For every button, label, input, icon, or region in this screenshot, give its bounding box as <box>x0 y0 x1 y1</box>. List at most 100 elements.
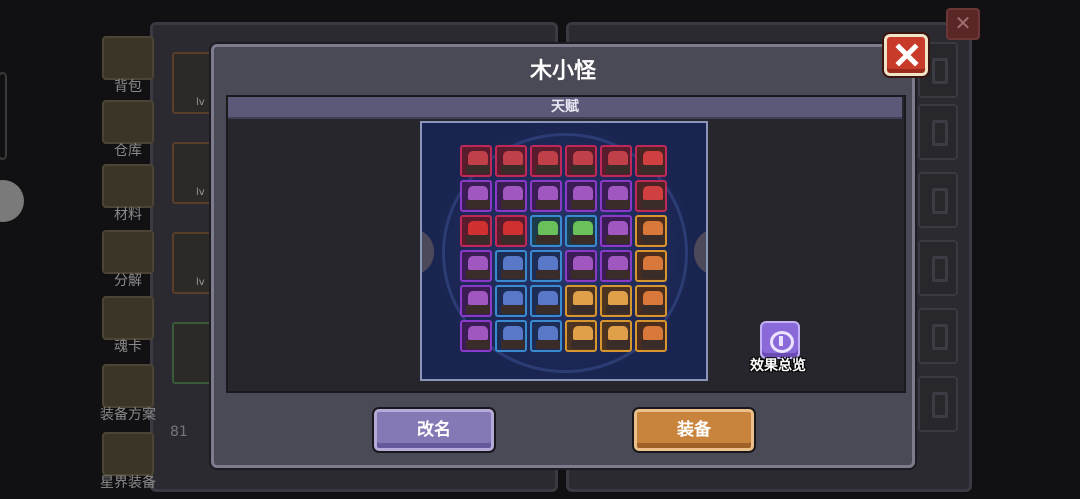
talent-cell-blue-knight[interactable] <box>530 320 562 352</box>
blue-knight-icon <box>503 291 523 305</box>
talent-cell-purple-demon[interactable] <box>565 250 597 282</box>
purple-demon-icon <box>468 186 488 200</box>
modal-title: 木小怪 <box>529 59 596 84</box>
talent-cell-purple-demon[interactable] <box>460 320 492 352</box>
warehouse-icon <box>102 100 154 144</box>
pedestal <box>606 305 630 314</box>
talent-cell-purple-demon[interactable] <box>600 180 632 212</box>
talent-cell-gold-beast[interactable] <box>600 285 632 317</box>
close-button[interactable] <box>884 34 928 76</box>
backpack-icon <box>102 36 154 80</box>
effect-overview-button[interactable]: 效果总览 <box>748 321 808 377</box>
gold-beast-icon <box>573 291 593 305</box>
talent-cell-mushroom[interactable] <box>635 180 667 212</box>
gold-beast-icon <box>573 326 593 340</box>
blue-knight-icon <box>538 326 558 340</box>
talent-cell-gold-beast[interactable] <box>600 320 632 352</box>
purple-demon-icon <box>608 221 628 235</box>
talent-cell-purple-demon[interactable] <box>460 180 492 212</box>
talent-cell-blue-knight[interactable] <box>495 320 527 352</box>
talent-cell-blue-knight[interactable] <box>495 285 527 317</box>
pedestal <box>641 165 665 174</box>
talent-cell-purple-demon[interactable] <box>600 215 632 247</box>
talent-cell-blue-knight[interactable] <box>530 250 562 282</box>
red-demon-icon <box>468 151 488 165</box>
talent-cell-red-demon[interactable] <box>530 145 562 177</box>
pedestal <box>466 340 490 349</box>
talent-cell-purple-demon[interactable] <box>565 180 597 212</box>
talent-cell-gold-beast[interactable] <box>565 285 597 317</box>
red-demon-icon <box>573 151 593 165</box>
equipment-slot[interactable] <box>918 376 958 432</box>
talent-cell-red-demon[interactable] <box>600 145 632 177</box>
materials-icon <box>102 164 154 208</box>
talent-cell-red-orb[interactable] <box>460 215 492 247</box>
pedestal <box>536 270 560 279</box>
talent-cell-blue-knight[interactable] <box>495 250 527 282</box>
side-tab-backpack[interactable]: 背包 <box>98 32 158 95</box>
talent-cell-orange-warrior[interactable] <box>635 215 667 247</box>
pedestal <box>571 270 595 279</box>
talent-cell-red-demon[interactable] <box>460 145 492 177</box>
talent-cell-green-goblin[interactable] <box>565 215 597 247</box>
pedestal <box>501 235 525 244</box>
purple-demon-icon <box>468 256 488 270</box>
talent-cell-gold-beast[interactable] <box>565 320 597 352</box>
equipment-slot[interactable] <box>918 308 958 364</box>
talent-cell-blue-knight[interactable] <box>530 285 562 317</box>
side-tab-dismantle[interactable]: 分解 <box>98 226 158 289</box>
pedestal <box>641 270 665 279</box>
pedestal <box>606 270 630 279</box>
talent-cell-orange-warrior[interactable] <box>635 285 667 317</box>
talent-cell-purple-demon[interactable] <box>600 250 632 282</box>
talent-cell-red-demon[interactable] <box>495 145 527 177</box>
green-goblin-icon <box>573 221 593 235</box>
pedestal <box>571 200 595 209</box>
pedestal <box>501 165 525 174</box>
talent-cell-orange-warrior[interactable] <box>635 320 667 352</box>
floating-round-button[interactable] <box>0 180 24 222</box>
dismantle-icon <box>102 230 154 274</box>
purple-demon-icon <box>573 256 593 270</box>
blue-knight-icon <box>503 326 523 340</box>
talent-cell-orange-warrior[interactable] <box>635 250 667 282</box>
pedestal <box>466 200 490 209</box>
gold-beast-icon <box>608 326 628 340</box>
side-tab-materials[interactable]: 材料 <box>98 160 158 223</box>
side-tab-warehouse[interactable]: 仓库 <box>98 96 158 159</box>
pedestal <box>466 305 490 314</box>
talent-cell-red-orb[interactable] <box>495 215 527 247</box>
side-tab-equip-plan[interactable]: 装备方案 <box>98 360 158 423</box>
purple-demon-icon <box>468 291 488 305</box>
pedestal <box>571 340 595 349</box>
background-close-button[interactable]: ✕ <box>946 8 980 40</box>
pedestal <box>536 305 560 314</box>
talent-cell-mushroom[interactable] <box>635 145 667 177</box>
purple-demon-icon <box>538 186 558 200</box>
equip-button[interactable]: 装备 <box>634 409 754 451</box>
side-tab-soul-card[interactable]: 魂卡 <box>98 292 158 355</box>
talent-grid <box>460 145 672 357</box>
close-icon <box>895 43 919 67</box>
talent-cell-purple-demon[interactable] <box>495 180 527 212</box>
equipment-slot[interactable] <box>918 172 958 228</box>
purple-demon-icon <box>608 186 628 200</box>
talent-cell-green-goblin[interactable] <box>530 215 562 247</box>
pedestal <box>536 235 560 244</box>
left-edge-handle <box>0 72 7 160</box>
side-tab-astral-equip[interactable]: 星界装备 <box>98 428 158 491</box>
orange-warrior-icon <box>643 326 663 340</box>
talent-cell-red-demon[interactable] <box>565 145 597 177</box>
purple-demon-icon <box>468 326 488 340</box>
pedestal <box>536 200 560 209</box>
pedestal <box>571 165 595 174</box>
pedestal <box>641 200 665 209</box>
rename-button[interactable]: 改名 <box>374 409 494 451</box>
talent-cell-purple-demon[interactable] <box>530 180 562 212</box>
equipment-slot[interactable] <box>918 104 958 160</box>
pedestal <box>501 340 525 349</box>
effect-overview-label: 效果总览 <box>750 358 806 374</box>
talent-cell-purple-demon[interactable] <box>460 285 492 317</box>
equipment-slot[interactable] <box>918 240 958 296</box>
talent-cell-purple-demon[interactable] <box>460 250 492 282</box>
